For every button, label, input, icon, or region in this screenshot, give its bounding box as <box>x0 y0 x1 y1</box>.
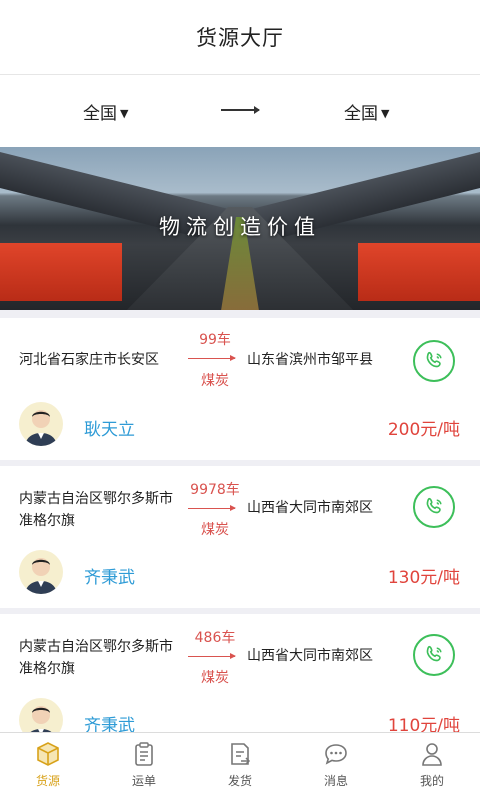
person-avatar-icon <box>25 410 57 446</box>
contact-name: 耿天立 <box>84 420 135 440</box>
destination-filter-label: 全国 <box>344 104 378 124</box>
destination-address: 山东省滨州市邹平县 <box>247 352 373 368</box>
route-arrow-icon <box>188 355 236 361</box>
destination-address: 山西省大同市南郊区 <box>247 500 373 516</box>
tab-label: 消息 <box>323 774 348 788</box>
cargo-listing-card[interactable]: 内蒙古自治区鄂尔多斯市准格尔旗 486车 煤炭 山西省大同市南郊区 齐秉武 11… <box>0 614 480 732</box>
origin-address: 内蒙古自治区鄂尔多斯市准格尔旗 <box>19 491 173 529</box>
cargo-listing-card[interactable]: 河北省石家庄市长安区 99车 煤炭 山东省滨州市邹平县 耿天立 200元/吨 <box>0 318 480 460</box>
call-button[interactable] <box>413 340 455 382</box>
banner-truck <box>0 243 122 301</box>
promo-banner[interactable]: 物流创造价值 <box>0 147 480 310</box>
origin-filter-dropdown[interactable]: 全国 ▼ <box>83 99 128 124</box>
tab-cargo-source[interactable]: 货源 <box>0 733 96 801</box>
cargo-type: 煤炭 <box>201 670 229 686</box>
cargo-type: 煤炭 <box>201 522 229 538</box>
truck-quantity: 486车 <box>194 630 236 646</box>
person-avatar-icon <box>25 558 57 594</box>
route-arrow-icon <box>221 106 260 114</box>
route-arrow-icon <box>188 505 236 511</box>
caret-down-icon: ▼ <box>381 107 390 120</box>
banner-slogan: 物流创造价值 <box>159 215 321 239</box>
contact-name: 齐秉武 <box>84 716 135 732</box>
origin-address: 河北省石家庄市长安区 <box>19 352 159 368</box>
phone-icon <box>426 645 442 662</box>
phone-icon <box>426 351 442 368</box>
freight-price: 200元/吨 <box>387 420 460 440</box>
call-button[interactable] <box>413 486 455 528</box>
freight-price: 130元/吨 <box>387 568 460 588</box>
call-button[interactable] <box>413 634 455 676</box>
destination-address: 山西省大同市南郊区 <box>247 648 373 664</box>
banner-truck <box>358 243 480 301</box>
origin-address: 内蒙古自治区鄂尔多斯市准格尔旗 <box>19 639 173 677</box>
truck-quantity: 99车 <box>199 332 231 348</box>
tab-label: 运单 <box>131 774 156 788</box>
tab-waybill[interactable]: 运单 <box>96 733 192 801</box>
avatar <box>19 402 63 446</box>
person-avatar-icon <box>30 706 52 732</box>
truck-quantity: 9978车 <box>190 482 240 498</box>
destination-filter-dropdown[interactable]: 全国 ▼ <box>344 99 389 124</box>
send-form-icon <box>231 743 251 765</box>
contact-name: 齐秉武 <box>84 568 135 588</box>
tab-profile[interactable]: 我的 <box>384 733 480 801</box>
route-filter-bar: 全国 ▼ 全国 ▼ <box>0 75 480 147</box>
avatar <box>19 550 63 594</box>
origin-filter-label: 全国 <box>83 104 117 124</box>
caret-down-icon: ▼ <box>120 107 129 120</box>
app-header: 货源大厅 <box>0 0 480 75</box>
tab-label: 货源 <box>35 774 60 788</box>
cargo-type: 煤炭 <box>201 373 229 389</box>
tab-messages[interactable]: 消息 <box>288 733 384 801</box>
phone-icon <box>426 497 442 514</box>
user-icon <box>422 743 442 766</box>
chat-bubble-icon <box>325 744 347 765</box>
cargo-listing-card[interactable]: 内蒙古自治区鄂尔多斯市准格尔旗 9978车 煤炭 山西省大同市南郊区 齐秉武 1… <box>0 466 480 608</box>
freight-price: 110元/吨 <box>387 716 460 732</box>
route-arrow-icon <box>188 653 236 659</box>
tab-label: 我的 <box>419 774 444 788</box>
clipboard-icon <box>135 742 153 766</box>
bottom-tab-bar: 货源 运单 发货 消息 我的 <box>0 732 480 801</box>
tab-label: 发货 <box>227 774 252 788</box>
box-icon <box>37 742 59 766</box>
avatar <box>19 698 63 732</box>
tab-ship[interactable]: 发货 <box>192 733 288 801</box>
page-title: 货源大厅 <box>196 26 284 50</box>
